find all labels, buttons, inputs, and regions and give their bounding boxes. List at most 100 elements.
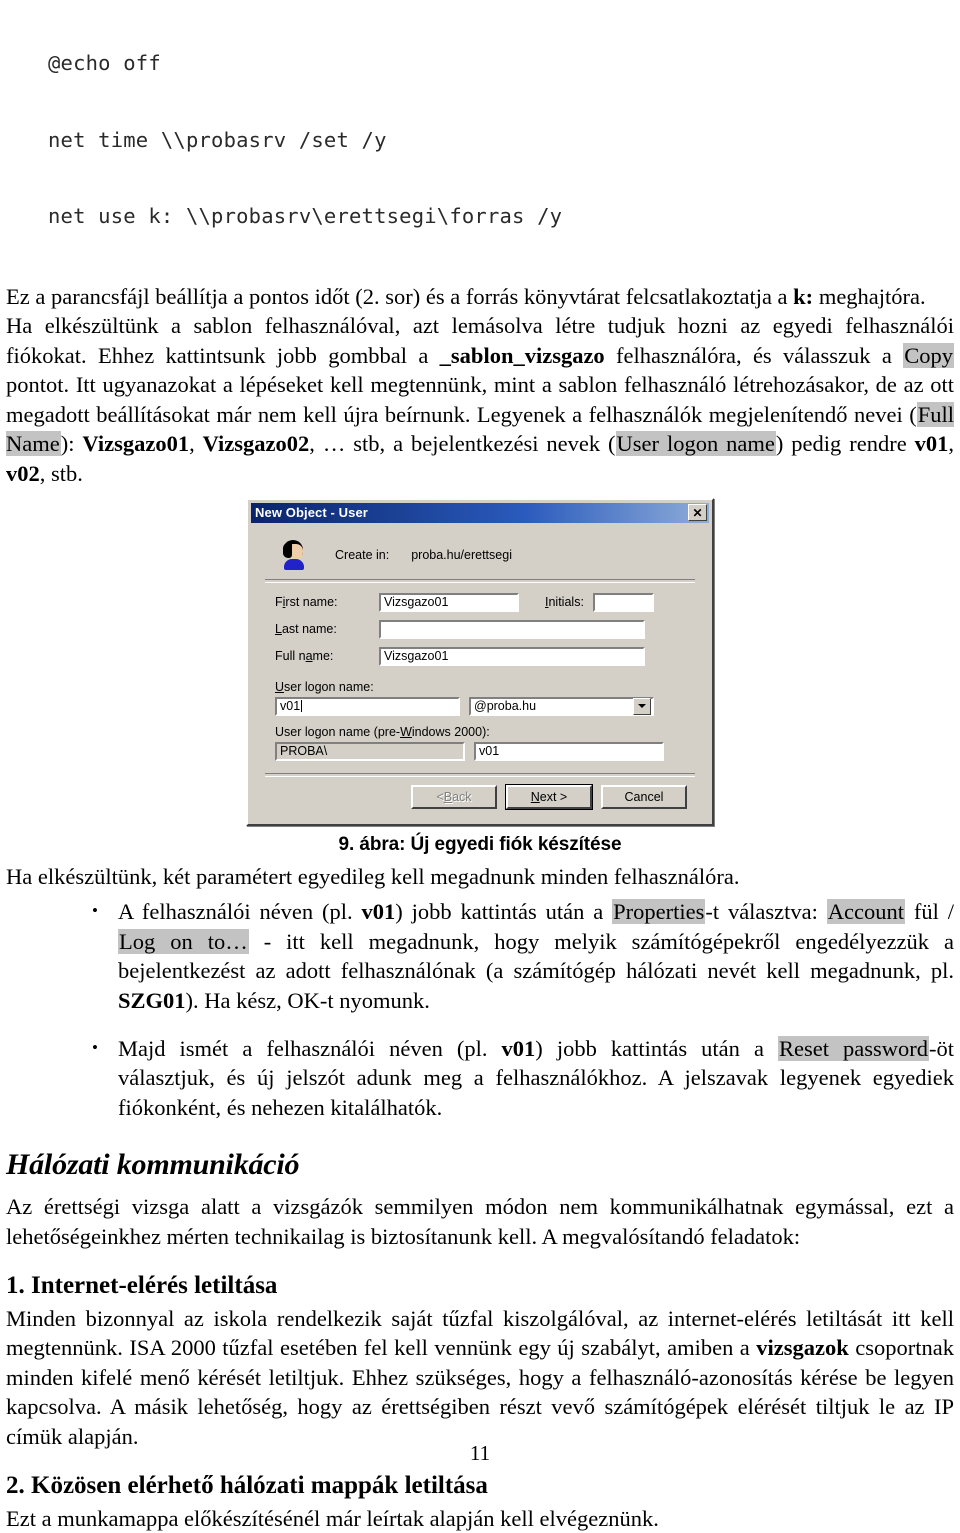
button-part: < (436, 789, 444, 804)
text-run: , stb. (39, 461, 83, 487)
pre-windows-logon-row: PROBA\ v01 (263, 741, 697, 761)
user-logon-name-label: User logon name: (263, 680, 697, 694)
instruction-list: A felhasználói néven (pl. v01) jobb katt… (6, 896, 955, 1123)
button-part: ext > (539, 789, 568, 804)
label-part: rst name: (285, 595, 338, 610)
highlight-copy: Copy (903, 342, 954, 368)
batch-code-block: @echo off net time \\probasrv /set /y ne… (6, 0, 954, 281)
full-name-input[interactable]: Vizsgazo01 (379, 646, 645, 666)
first-name-input[interactable]: Vizsgazo01 (379, 592, 519, 612)
button-part: ack (452, 789, 472, 804)
divider (265, 578, 695, 583)
label-part: User logon name (pre- (275, 724, 401, 739)
text-run: Majd ismét a felhasználói néven (pl. (118, 1035, 502, 1061)
text-bold-vizsgazo02: Vizsgazo02 (202, 431, 310, 457)
section-heading-network-communication: Hálózati kommunikáció (6, 1148, 300, 1182)
user-logon-name-row: v01 @proba.hu (263, 696, 697, 716)
text-bold-v01: v01 (914, 431, 949, 457)
label-mnemonic: U (275, 679, 285, 694)
text-bold-v01: v01 (361, 899, 396, 925)
chevron-down-icon[interactable] (633, 697, 651, 715)
domain-suffix-dropdown[interactable]: @proba.hu (469, 696, 654, 716)
pre-windows-logon-label: User logon name (pre-Windows 2000): (263, 725, 697, 739)
label-mnemonic: W (400, 724, 412, 739)
text-run: ) pedig rendre (775, 431, 915, 457)
text-bold-szg01: SZG01 (118, 988, 186, 1014)
divider (265, 772, 695, 777)
list-item: Majd ismét a felhasználói néven (pl. v01… (92, 1033, 954, 1123)
text-run: Ezt a munkamappa előkészítésénél már leí… (6, 1505, 659, 1531)
paragraph-command-file: Ez a parancsfájl beállítja a pontos időt… (6, 282, 954, 312)
paragraph-shared-folders-block: Ezt a munkamappa előkészítésénél már leí… (6, 1504, 954, 1533)
user-logon-name-input[interactable]: v01 (275, 696, 460, 716)
code-line: @echo off (48, 51, 161, 75)
full-name-label: Full name: (263, 649, 379, 663)
label-part: F (275, 595, 283, 610)
text-run: Ha elkészültünk, két paramétert egyedile… (6, 863, 740, 889)
text-caret (301, 700, 303, 713)
text-run: ). Ha kész, OK-t nyomunk. (185, 988, 430, 1014)
label-mnemonic: L (275, 622, 282, 637)
text-run: Ez a parancsfájl beállítja a pontos időt… (6, 283, 794, 309)
document-page: @echo off net time \\probasrv /set /y ne… (0, 0, 960, 1531)
figure-caption: 9. ábra: Új egyedi fiók készítése (338, 833, 622, 855)
text-run: ): (60, 431, 83, 457)
dialog-title: New Object - User (255, 505, 368, 521)
text-run: felhasználóra, és válasszuk a (604, 342, 904, 368)
text-run: , (948, 431, 954, 457)
text-bold-v01: v01 (501, 1035, 536, 1061)
full-name-row: Full name: Vizsgazo01 (263, 646, 697, 666)
text-run: Az érettségi vizsga alatt a vizsgázók se… (6, 1194, 954, 1249)
back-button: < Back (411, 784, 497, 809)
domain-suffix-value: @proba.hu (474, 699, 537, 714)
initials-input[interactable] (592, 592, 654, 612)
dialog-button-row: < Back Next > Cancel (263, 783, 697, 813)
create-in-value: proba.hu/erettsegi (411, 547, 512, 562)
code-line: net time \\probasrv /set /y (48, 127, 387, 152)
close-icon[interactable]: ✕ (688, 504, 707, 522)
first-name-label: First name: (263, 595, 379, 609)
text-bold-template-user: _sablon_vizsgazo (439, 342, 605, 368)
paragraph-template-copy: Ha elkészültünk a sablon felhasználóval,… (6, 311, 954, 489)
text-run: ) jobb kattintás után a (535, 1035, 778, 1061)
label-part: indows 2000): (411, 724, 490, 739)
text-run: A felhasználói néven (pl. (118, 899, 362, 925)
dialog-titlebar[interactable]: New Object - User ✕ (251, 502, 709, 523)
button-mnemonic: N (530, 789, 540, 804)
highlight-log-on-to: Log on to… (118, 928, 249, 954)
new-object-user-dialog: New Object - User ✕ Create in: proba.hu/… (246, 497, 714, 826)
last-name-input[interactable] (379, 619, 645, 639)
pre-windows-logon-input[interactable]: v01 (474, 741, 664, 761)
paragraph-after-figure: Ha elkészültünk, két paramétert egyedile… (6, 862, 954, 892)
input-value: v01 (280, 699, 301, 714)
dialog-body: Create in: proba.hu/erettsegi First name… (251, 523, 709, 821)
create-in-label: Create in: (335, 547, 390, 562)
label-part: ser logon name: (284, 679, 374, 694)
label-mnemonic: a (305, 649, 313, 664)
text-run: , … stb, a bejelentkezési nevek ( (309, 431, 616, 457)
pre-windows-domain-input: PROBA\ (275, 741, 465, 761)
text-bold-v02: v02 (6, 461, 40, 487)
highlight-user-logon-name: User logon name (615, 431, 776, 457)
text-run: pontot. Itt ugyanazokat a lépéseket kell… (6, 372, 954, 427)
code-line: net use k: \\probasrv\erettsegi\forras /… (48, 204, 563, 228)
subsection-heading-internet-block: 1. Internet-elérés letiltása (6, 1271, 278, 1299)
paragraph-section-intro: Az érettségi vizsga alatt a vizsgázók se… (6, 1192, 954, 1251)
next-button[interactable]: Next > (505, 783, 593, 810)
label-part: Full n (275, 649, 306, 664)
text-run: fül / (905, 899, 955, 925)
figure-new-object-user: New Object - User ✕ Create in: proba.hu/… (6, 497, 954, 826)
first-name-row: First name: Vizsgazo01 Initials: (263, 592, 697, 612)
text-run: , (189, 431, 203, 457)
initials-label: Initials: (545, 595, 584, 609)
text-bold-drive: k: (793, 283, 814, 309)
last-name-row: Last name: (263, 619, 697, 639)
cancel-button[interactable]: Cancel (601, 784, 687, 809)
text-run: meghajtóra. (813, 283, 926, 309)
highlight-reset-password: Reset password (777, 1035, 930, 1061)
text-bold-vizsgazo01: Vizsgazo01 (82, 431, 190, 457)
page-number: 11 (469, 1441, 491, 1465)
user-icon (279, 539, 309, 571)
text-bold-vizsgazok: vizsgazok (756, 1335, 849, 1361)
highlight-account: Account (826, 899, 906, 925)
